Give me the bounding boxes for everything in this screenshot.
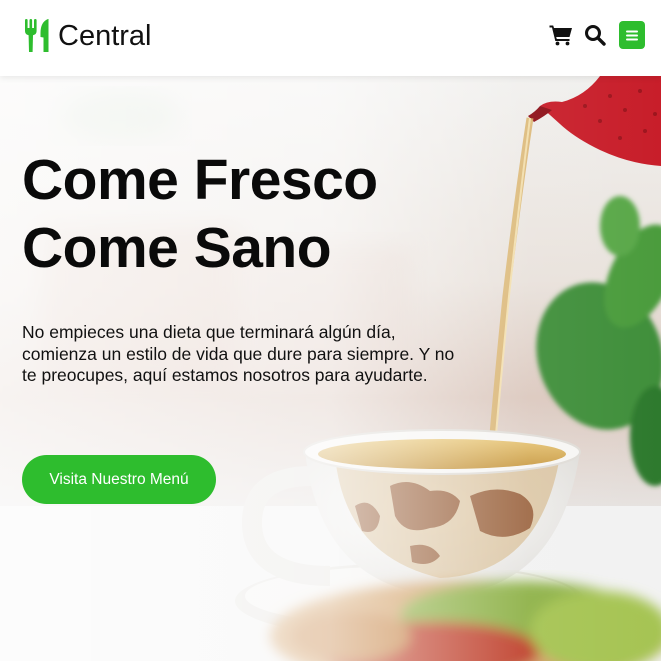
hero-description: No empieces una dieta que terminará algú…	[22, 322, 455, 385]
brand-name: Central	[58, 20, 152, 52]
hero-title: Come Fresco Come Sano	[22, 146, 482, 282]
search-icon	[585, 25, 606, 46]
visit-menu-button[interactable]: Visita Nuestro Menú	[22, 455, 216, 504]
site-header: Central	[0, 0, 661, 76]
brand[interactable]: Central	[24, 18, 152, 54]
hero-title-line-2: Come Sano	[22, 216, 332, 280]
cart-icon	[549, 25, 572, 46]
fork-knife-icon	[25, 19, 49, 52]
menu-button[interactable]	[619, 21, 645, 49]
header-actions	[547, 20, 645, 50]
hero-title-line-1: Come Fresco	[22, 148, 378, 212]
menu-icon	[626, 30, 638, 40]
search-button[interactable]	[581, 21, 609, 49]
cart-button[interactable]	[547, 21, 575, 49]
hero-section: Come Fresco Come Sano No empieces una di…	[0, 76, 661, 661]
